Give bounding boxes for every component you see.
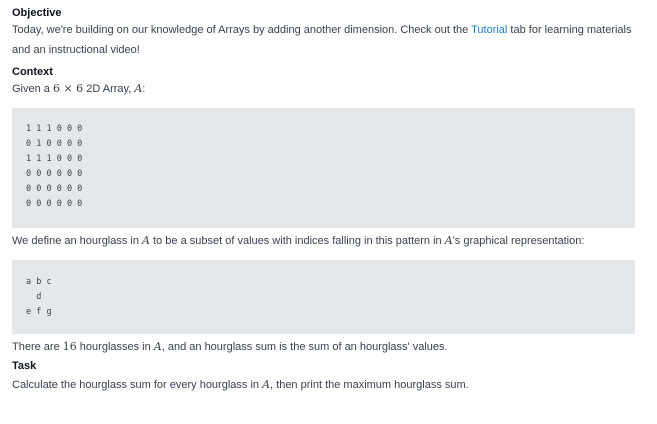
task-text-end: , then print the maximum hourglass sum. [270,379,469,391]
task-heading: Task [12,360,37,372]
array-type: 2D Array, [83,83,135,95]
problem-statement: Objective Today, we're building on our k… [0,0,657,395]
context-heading: Context [12,66,53,78]
objective-text: Today, we're building on our knowledge o… [12,24,472,36]
hourglass-count: There are 16 hourglasses in A, and an ho… [12,337,635,357]
array-row: 1 1 1 0 0 0 [26,124,83,134]
array-row: 0 1 0 0 0 0 [26,139,83,149]
hourglass-code-block: a b c d e f g [12,260,635,334]
hourglass-row: e f g [26,307,52,317]
array-variable: A [262,378,271,391]
array-code-block: 1 1 1 0 0 0 0 1 0 0 0 0 1 1 1 0 0 0 0 0 … [12,108,635,228]
hourglass-number: 16 [62,340,77,353]
define-text-middle: to be a subset of values with indices fa… [150,235,445,247]
objective-paragraph: Today, we're building on our knowledge o… [12,20,635,60]
context-paragraph: Given a 6 × 6 2D Array, A: [12,79,635,99]
array-variable: A [444,234,453,247]
task-paragraph: Calculate the hourglass sum for every ho… [12,375,635,395]
count-text-end: , and an hourglass sum is the sum of an … [161,341,448,353]
define-text-end: 's graphical representation: [452,235,585,247]
array-dimensions: 6 × 6 [52,82,84,95]
array-row: 0 0 0 0 0 0 [26,184,83,194]
array-row: 1 1 1 0 0 0 [26,154,83,164]
array-row: 0 0 0 0 0 0 [26,199,83,209]
count-text-middle: hourglasses in [76,341,154,353]
given-prefix: Given a [12,83,53,95]
tutorial-tab-link[interactable]: Tutorial [471,24,507,36]
array-variable: A [142,234,150,247]
given-suffix: : [142,83,146,95]
hourglass-row: a b c [26,277,52,287]
hourglass-definition: We define an hourglass in A to be a subs… [12,231,635,251]
define-text: We define an hourglass in [12,235,143,247]
count-text: There are [12,341,63,353]
array-row: 0 0 0 0 0 0 [26,169,83,179]
array-variable: A [153,340,162,353]
hourglass-row: d [26,292,42,302]
task-text: Calculate the hourglass sum for every ho… [12,379,263,391]
objective-heading: Objective [12,7,62,19]
